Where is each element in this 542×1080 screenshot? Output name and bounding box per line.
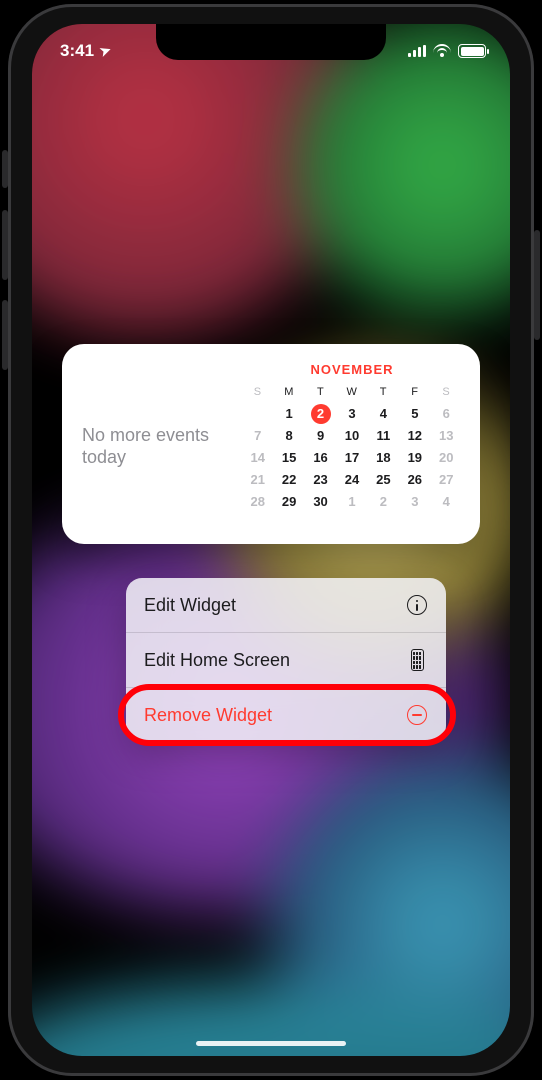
calendar-day-cell: 1 (336, 491, 367, 513)
calendar-day-header: W (336, 381, 367, 403)
calendar-day-cell: 14 (242, 447, 273, 469)
calendar-day-cell: 11 (368, 425, 399, 447)
calendar-day-cell: 1 (273, 403, 304, 425)
calendar-day-cell: 6 (431, 403, 462, 425)
calendar-day-cell: 4 (431, 491, 462, 513)
calendar-day-cell: 28 (242, 491, 273, 513)
calendar-day-cell: 16 (305, 447, 336, 469)
calendar-day-cell: 13 (431, 425, 462, 447)
wifi-icon (433, 44, 451, 58)
calendar-grid: SMTWTFS123456789101112131415161718192021… (242, 381, 462, 513)
phone-frame: 3:41 ➤ No more events today NOVEMBER SMT… (8, 4, 534, 1076)
menu-label-edit-home: Edit Home Screen (144, 650, 290, 671)
calendar-day-cell: 5 (399, 403, 430, 425)
power-button[interactable] (534, 230, 540, 340)
menu-label-edit-widget: Edit Widget (144, 595, 236, 616)
calendar-day-header: S (431, 381, 462, 403)
apps-grid-icon (406, 649, 428, 671)
calendar-day-cell: 3 (336, 403, 367, 425)
widget-context-menu: Edit Widget Edit Home Screen Remove Widg… (126, 578, 446, 742)
calendar-day-cell: 17 (336, 447, 367, 469)
menu-item-edit-home-screen[interactable]: Edit Home Screen (126, 633, 446, 688)
calendar-day-cell: 26 (399, 469, 430, 491)
calendar-month-label: NOVEMBER (242, 362, 462, 377)
calendar-day-header: F (399, 381, 430, 403)
calendar-day-cell: 20 (431, 447, 462, 469)
calendar-day-cell: 30 (305, 491, 336, 513)
menu-label-remove-widget: Remove Widget (144, 705, 272, 726)
calendar-day-header: M (273, 381, 304, 403)
menu-item-edit-widget[interactable]: Edit Widget (126, 578, 446, 633)
no-events-text: No more events today (82, 424, 232, 469)
calendar-day-cell: 15 (273, 447, 304, 469)
status-left: 3:41 ➤ (60, 41, 111, 61)
calendar-day-cell: 29 (273, 491, 304, 513)
calendar-day-cell: 27 (431, 469, 462, 491)
calendar-day-cell: 25 (368, 469, 399, 491)
status-right (408, 44, 486, 58)
calendar-day-cell: 23 (305, 469, 336, 491)
status-time: 3:41 (60, 41, 94, 61)
menu-item-remove-widget[interactable]: Remove Widget (126, 688, 446, 742)
notch (156, 24, 386, 60)
home-indicator[interactable] (196, 1041, 346, 1046)
calendar-day-header: T (368, 381, 399, 403)
widget-events-area: No more events today (82, 362, 242, 530)
calendar-day-cell: 3 (399, 491, 430, 513)
screen: 3:41 ➤ No more events today NOVEMBER SMT… (32, 24, 510, 1056)
calendar-day-cell (242, 403, 273, 425)
calendar-day-cell: 18 (368, 447, 399, 469)
calendar-day-cell: 24 (336, 469, 367, 491)
calendar-day-cell: 22 (273, 469, 304, 491)
calendar-day-cell: 9 (305, 425, 336, 447)
calendar-day-cell: 19 (399, 447, 430, 469)
calendar-day-cell: 2 (305, 403, 336, 425)
calendar-day-cell: 12 (399, 425, 430, 447)
calendar-day-cell: 2 (368, 491, 399, 513)
minus-circle-icon (406, 704, 428, 726)
calendar-day-header: S (242, 381, 273, 403)
calendar-day-header: T (305, 381, 336, 403)
calendar-day-cell: 4 (368, 403, 399, 425)
calendar-day-cell: 8 (273, 425, 304, 447)
location-services-icon: ➤ (98, 42, 114, 61)
battery-icon (458, 44, 486, 58)
info-icon (406, 594, 428, 616)
calendar-widget[interactable]: No more events today NOVEMBER SMTWTFS123… (62, 344, 480, 544)
calendar-day-cell: 7 (242, 425, 273, 447)
calendar-day-cell: 21 (242, 469, 273, 491)
cellular-signal-icon (408, 45, 426, 57)
calendar-day-cell: 10 (336, 425, 367, 447)
widget-calendar-area: NOVEMBER SMTWTFS123456789101112131415161… (242, 362, 462, 530)
